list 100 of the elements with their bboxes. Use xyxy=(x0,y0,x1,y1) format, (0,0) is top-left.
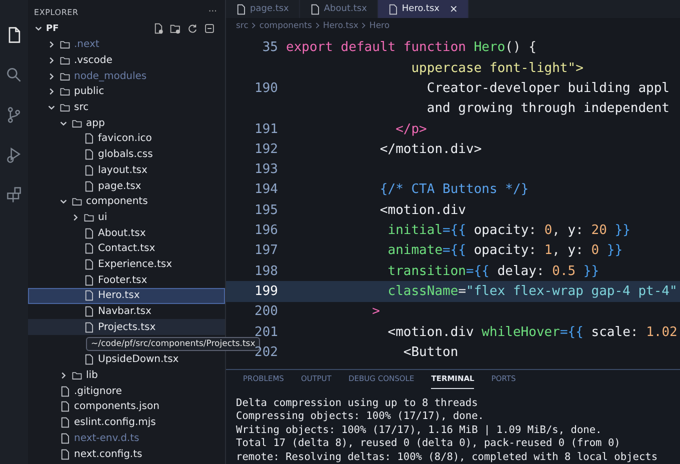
file-icon xyxy=(84,322,94,333)
chevron-right-icon xyxy=(71,212,80,222)
chevron-down-icon xyxy=(59,197,68,206)
folder-item[interactable]: .next xyxy=(28,37,225,53)
chevron-right-icon xyxy=(251,22,256,29)
code-line: and growing through independent xyxy=(426,101,670,116)
chevron-right-icon xyxy=(314,22,320,29)
line-number: 201 xyxy=(254,324,279,340)
folder-item[interactable]: ui xyxy=(28,210,225,226)
line-number: 35 xyxy=(261,40,279,54)
folder-icon xyxy=(72,370,82,382)
project-root[interactable]: PF xyxy=(28,24,59,34)
breadcrumb-item[interactable]: Hero xyxy=(369,20,390,30)
terminal-line: Total 17 (delta 8), reused 0 (delta 0), pack-reused 0 (from 0) xyxy=(236,437,622,450)
folder-icon xyxy=(72,118,82,129)
file-icon xyxy=(84,133,94,144)
folder-item[interactable]: public xyxy=(28,84,225,100)
editor-tab[interactable]: Hero.tsx × xyxy=(378,0,469,18)
file-item[interactable]: About.tsx xyxy=(28,225,225,241)
file-item[interactable]: Experience.tsx xyxy=(28,256,225,272)
file-icon xyxy=(60,432,70,444)
code-line: className="flex flex-wrap gap-4 pt-4" xyxy=(386,284,678,299)
explorer-title: EXPLORER xyxy=(34,8,78,16)
terminal-line: remote: Resolving deltas: 100% (8/8), completed with 8 local objects xyxy=(236,450,659,464)
breadcrumb-item[interactable]: components xyxy=(259,20,312,30)
close-tab-button[interactable]: × xyxy=(449,4,458,14)
code-line: </p> xyxy=(394,122,427,137)
file-item[interactable]: Contact.tsx xyxy=(28,240,225,257)
file-icon xyxy=(84,306,94,318)
editor-tab[interactable]: page.tsx xyxy=(226,0,300,18)
file-item[interactable]: page.tsx xyxy=(28,178,225,194)
chevron-right-icon xyxy=(361,22,366,29)
terminal-line: Delta compression using up to 8 threads xyxy=(236,396,479,410)
folder-item[interactable]: components xyxy=(28,194,225,210)
code-line: export default function Hero() { xyxy=(286,40,536,54)
file-icon xyxy=(84,228,94,239)
file-icon xyxy=(84,243,94,254)
line-number: 191 xyxy=(254,122,279,137)
file-item[interactable]: Footer.tsx xyxy=(28,272,225,288)
new-file-icon[interactable] xyxy=(153,23,164,34)
file-item[interactable]: UpsideDown.tsx xyxy=(28,352,225,368)
folder-icon xyxy=(72,196,82,208)
more-actions-button[interactable]: ··· xyxy=(208,7,217,17)
file-icon xyxy=(60,386,70,397)
line-number: 194 xyxy=(254,182,279,198)
file-item[interactable]: favicon.ico xyxy=(28,131,225,147)
code-line: > xyxy=(371,304,380,320)
file-item[interactable]: Navbar.tsx xyxy=(28,304,225,320)
refresh-icon[interactable] xyxy=(187,23,198,34)
code-line: transition={{ delay: 0.5 }} xyxy=(386,264,600,279)
code-line: initial={{ opacity: 0, y: 20 }} xyxy=(386,223,630,238)
extensions-icon[interactable] xyxy=(5,186,23,204)
line-number: 198 xyxy=(254,264,279,279)
new-folder-icon[interactable] xyxy=(170,23,181,34)
file-item[interactable]: eslint.config.mjs xyxy=(28,414,225,430)
file-icon xyxy=(84,149,94,160)
source-control-icon[interactable] xyxy=(5,106,23,124)
code-line: Creator-developer building appl xyxy=(426,80,670,96)
line-number: 195 xyxy=(254,202,279,218)
breadcrumb-item[interactable]: Hero.tsx xyxy=(322,20,358,30)
code-line: <motion.div whileHover={{ scale: 1.02 xyxy=(386,324,678,340)
folder-icon xyxy=(60,70,70,82)
breadcrumb-item[interactable]: src xyxy=(236,20,248,30)
code-line: <Button xyxy=(402,344,458,360)
folder-icon xyxy=(60,86,70,98)
line-number: 196 xyxy=(254,223,279,238)
file-item[interactable]: .gitignore xyxy=(28,383,225,400)
file-icon xyxy=(60,401,70,412)
run-debug-icon[interactable] xyxy=(5,146,23,164)
file-item[interactable]: next-env.d.ts xyxy=(28,430,225,446)
line-number: 197 xyxy=(254,243,279,258)
file-icon xyxy=(60,417,70,428)
terminal-line: Writing objects: 100% (17/17), 1.16 MiB | 1.09 MiB/s, done. xyxy=(236,424,603,437)
chevron-right-icon xyxy=(59,371,68,380)
folder-item[interactable]: .vscode xyxy=(28,52,225,68)
line-number: 199 xyxy=(254,284,279,299)
file-item[interactable]: layout.tsx xyxy=(28,162,225,178)
file-item[interactable]: Projects.tsx xyxy=(28,319,225,336)
folder-icon xyxy=(60,55,70,66)
file-icon xyxy=(84,354,94,366)
file-icon xyxy=(236,4,246,14)
terminal-line: Compressing objects: 100% (17/17), done. xyxy=(236,410,485,424)
file-item[interactable]: next.config.ts xyxy=(28,446,225,462)
line-number: 190 xyxy=(254,80,279,96)
folder-item[interactable]: app xyxy=(28,115,225,132)
file-icon xyxy=(84,180,94,192)
search-icon[interactable] xyxy=(5,66,23,84)
file-icon xyxy=(84,164,94,176)
folder-item[interactable]: lib xyxy=(28,368,225,384)
folder-item[interactable]: node_modules xyxy=(28,68,225,84)
code-line: {/* CTA Buttons */} xyxy=(378,182,529,198)
collapse-all-icon[interactable] xyxy=(204,23,215,34)
file-item[interactable]: globals.css xyxy=(28,146,225,162)
file-icon xyxy=(84,290,94,302)
code-line: animate={{ opacity: 1, y: 0 }} xyxy=(386,243,623,258)
folder-item[interactable]: src xyxy=(28,100,225,116)
line-number: 200 xyxy=(254,304,279,320)
folder-icon xyxy=(60,102,70,114)
file-item[interactable]: Hero.tsx xyxy=(28,288,225,304)
file-item[interactable]: components.json xyxy=(28,399,225,415)
